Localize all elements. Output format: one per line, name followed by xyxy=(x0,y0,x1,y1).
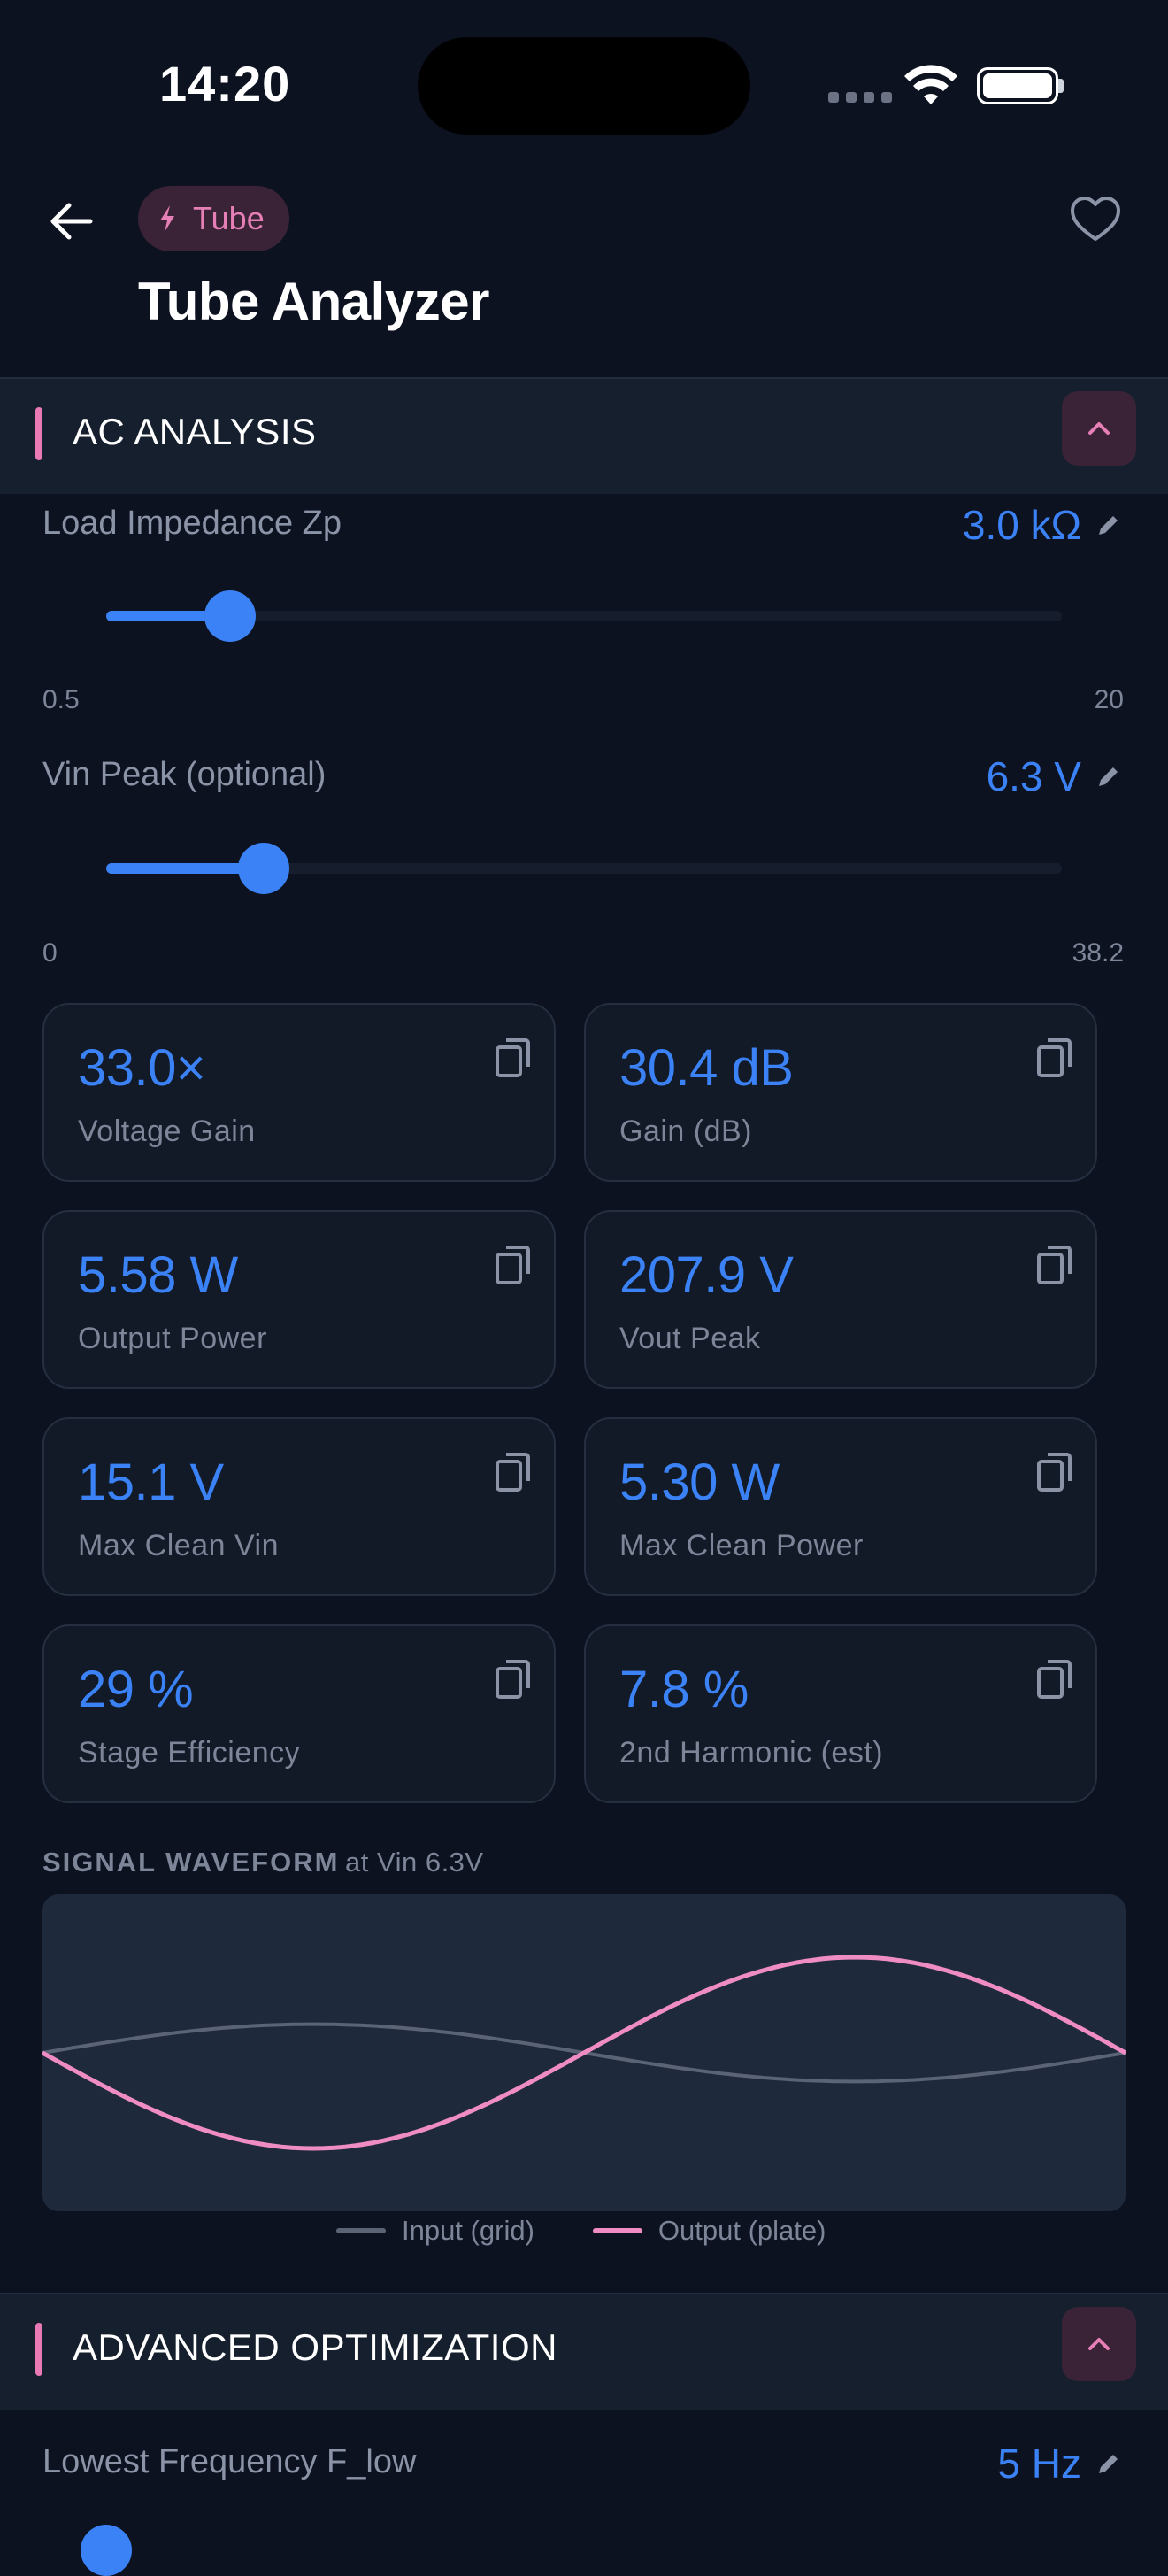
edit-pencil-icon[interactable] xyxy=(1095,763,1122,790)
back-arrow-icon[interactable] xyxy=(46,197,96,246)
metric-value: 30.4 dB xyxy=(619,1039,794,1097)
metric-card-voltage-gain: 33.0× Voltage Gain xyxy=(42,1003,556,1182)
advanced-optimization-section-header[interactable]: ADVANCED OPTIMIZATION xyxy=(0,2293,1168,2410)
f-low-value[interactable]: 5 Hz xyxy=(997,2440,1081,2487)
metric-card-gain-db: 30.4 dB Gain (dB) xyxy=(584,1003,1097,1182)
load-impedance-value[interactable]: 3.0 kΩ xyxy=(963,501,1081,549)
metric-value: 5.58 W xyxy=(78,1246,238,1304)
metric-card-output-power: 5.58 W Output Power xyxy=(42,1210,556,1389)
vin-peak-value[interactable]: 6.3 V xyxy=(987,752,1081,800)
chevron-up-icon xyxy=(1088,422,1110,435)
chip-label: Tube xyxy=(193,200,265,236)
copy-icon[interactable] xyxy=(494,1451,533,1493)
metric-value: 33.0× xyxy=(78,1039,206,1097)
metric-value: 5.30 W xyxy=(619,1454,780,1511)
ac-analysis-section-header[interactable]: AC ANALYSIS xyxy=(0,377,1168,494)
copy-icon[interactable] xyxy=(494,1658,533,1701)
metric-card-max-clean-vin: 15.1 V Max Clean Vin xyxy=(42,1417,556,1596)
legend-swatch-input xyxy=(336,2228,386,2233)
output-plate-wave xyxy=(42,1955,1126,2151)
legend-swatch-output xyxy=(592,2228,642,2233)
category-chip[interactable]: Tube xyxy=(138,186,289,251)
waveform-chart xyxy=(42,1955,1126,2151)
vin-peak-label: Vin Peak (optional) xyxy=(42,756,327,793)
edit-pencil-icon[interactable] xyxy=(1095,512,1122,538)
waveform-title: SIGNAL WAVEFORM xyxy=(42,1847,340,1878)
f-low-label: Lowest Frequency F_low xyxy=(42,2443,417,2480)
lightning-icon xyxy=(160,205,174,232)
collapse-button[interactable] xyxy=(1062,2307,1136,2381)
vin-peak-thumb[interactable] xyxy=(238,843,290,894)
waveform-subtitle: at Vin 6.3V xyxy=(345,1847,484,1878)
battery-icon xyxy=(977,67,1058,104)
metric-card-2nd-harmonic: 7.8 % 2nd Harmonic (est) xyxy=(584,1624,1097,1803)
collapse-button[interactable] xyxy=(1062,391,1136,466)
copy-icon[interactable] xyxy=(1035,1037,1074,1079)
waveform-panel xyxy=(42,1894,1126,2211)
metric-value: 207.9 V xyxy=(619,1246,794,1304)
metric-card-vout-peak: 207.9 V Vout Peak xyxy=(584,1210,1097,1389)
slider-min-label: 0.5 xyxy=(42,685,80,714)
dynamic-island xyxy=(418,37,750,135)
favorite-heart-icon[interactable] xyxy=(1069,195,1122,244)
metric-label: Max Clean Vin xyxy=(78,1529,279,1562)
section-accent xyxy=(35,2323,42,2376)
metric-label: Max Clean Power xyxy=(619,1529,864,1562)
metric-label: Voltage Gain xyxy=(78,1114,256,1148)
metric-card-max-clean-power: 5.30 W Max Clean Power xyxy=(584,1417,1097,1596)
section-title: ADVANCED OPTIMIZATION xyxy=(73,2326,557,2368)
page-title: Tube Analyzer xyxy=(138,272,489,331)
copy-icon[interactable] xyxy=(1035,1451,1074,1493)
metric-label: Stage Efficiency xyxy=(78,1736,301,1770)
load-impedance-thumb[interactable] xyxy=(204,590,257,642)
legend-label-input: Input (grid) xyxy=(402,2215,534,2246)
metric-label: Gain (dB) xyxy=(619,1114,752,1148)
f-low-thumb[interactable] xyxy=(81,2525,132,2576)
copy-icon[interactable] xyxy=(494,1244,533,1286)
slider-max-label: 38.2 xyxy=(1072,938,1124,968)
load-impedance-label: Load Impedance Zp xyxy=(42,505,342,542)
status-time: 14:20 xyxy=(159,56,291,112)
waveform-legend: Input (grid) Output (plate) xyxy=(336,2215,826,2247)
chevron-up-icon xyxy=(1088,2338,1110,2350)
metric-value: 15.1 V xyxy=(78,1454,224,1511)
section-title: AC ANALYSIS xyxy=(73,411,317,452)
legend-label-output: Output (plate) xyxy=(657,2215,826,2246)
copy-icon[interactable] xyxy=(1035,1658,1074,1701)
metric-label: Output Power xyxy=(78,1322,267,1355)
metric-value: 29 % xyxy=(78,1661,194,1718)
copy-icon[interactable] xyxy=(494,1037,533,1079)
battery-tip xyxy=(1058,79,1064,93)
metric-label: Vout Peak xyxy=(619,1322,761,1355)
edit-pencil-icon[interactable] xyxy=(1095,2450,1122,2477)
metric-card-stage-efficiency: 29 % Stage Efficiency xyxy=(42,1624,556,1803)
slider-min-label: 0 xyxy=(42,938,58,968)
slider-max-label: 20 xyxy=(1094,685,1124,714)
metric-value: 7.8 % xyxy=(619,1661,749,1718)
metric-label: 2nd Harmonic (est) xyxy=(619,1736,884,1770)
section-accent xyxy=(35,407,42,460)
copy-icon[interactable] xyxy=(1035,1244,1074,1286)
cellular-signal-icon xyxy=(828,92,892,103)
wifi-icon xyxy=(904,65,957,104)
